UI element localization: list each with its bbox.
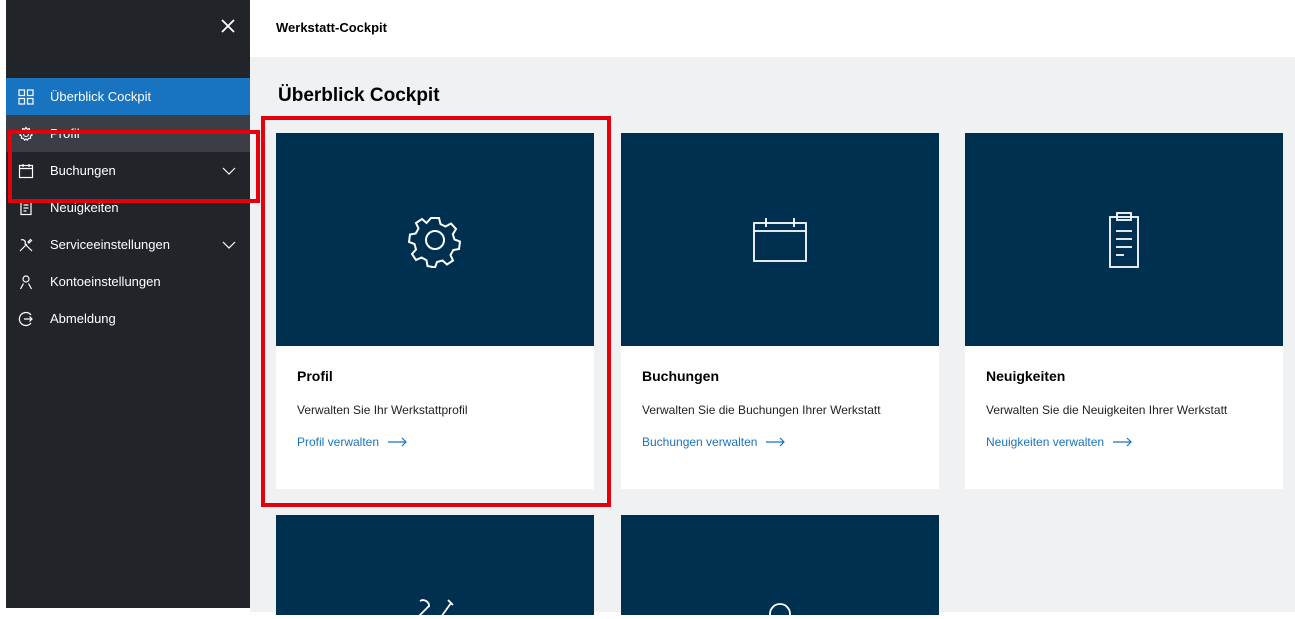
top-bar: Werkstatt-Cockpit (250, 0, 1295, 57)
card-title: Profil (297, 368, 333, 384)
grid-icon (18, 88, 34, 105)
calendar-icon (18, 163, 34, 179)
card-buchungen[interactable]: Buchungen Verwalten Sie die Buchungen Ih… (621, 133, 939, 489)
page-title: Überblick Cockpit (278, 85, 440, 106)
sidebar-item-label: Buchungen (50, 163, 116, 178)
card-hero (621, 133, 939, 346)
profil-verwalten-link[interactable]: Profil verwalten (297, 435, 408, 449)
sidebar-item-label: Kontoeinstellungen (50, 274, 161, 289)
sidebar: Überblick Cockpit Profil Buchungen Neuig… (6, 0, 386, 612)
card-profil[interactable]: Profil Verwalten Sie Ihr Werkstattprofil… (276, 133, 594, 489)
card-title: Neuigkeiten (986, 368, 1066, 384)
person-icon (18, 274, 34, 290)
calendar-icon (753, 217, 807, 262)
card-kontoeinstellungen[interactable] (621, 515, 939, 619)
gear-icon (407, 216, 462, 268)
sidebar-item-profil[interactable]: Profil (6, 115, 250, 152)
link-label: Profil verwalten (297, 435, 380, 449)
sidebar-item-serviceeinstellungen[interactable]: Serviceeinstellungen (6, 226, 250, 263)
gear-icon (18, 126, 34, 142)
person-icon (769, 603, 791, 619)
tools-icon (417, 599, 454, 618)
card-hero (621, 515, 939, 619)
card-serviceeinstellungen[interactable] (276, 515, 594, 618)
sidebar-item-label: Profil (50, 126, 80, 141)
arrow-right-icon (1113, 437, 1132, 447)
sidebar-item-kontoeinstellungen[interactable]: Kontoeinstellungen (6, 263, 250, 300)
card-neuigkeiten[interactable]: Neuigkeiten Verwalten Sie die Neuigkeite… (965, 133, 1283, 489)
arrow-right-icon (388, 437, 407, 447)
chevron-down-icon[interactable] (222, 164, 236, 178)
close-icon[interactable] (216, 14, 240, 38)
sidebar-item-buchungen[interactable]: Buchungen (6, 152, 250, 189)
sidebar-item-abmeldung[interactable]: Abmeldung (6, 300, 250, 337)
document-icon (18, 200, 34, 216)
card-hero (276, 515, 594, 618)
main-content: Überblick Cockpit Profil Verwalten Sie I… (250, 57, 1295, 619)
card-hero (965, 133, 1283, 346)
card-description: Verwalten Sie die Neuigkeiten Ihrer Werk… (986, 403, 1228, 417)
sidebar-nav: Überblick Cockpit Profil Buchungen Neuig… (6, 78, 250, 337)
clipboard-icon (1109, 211, 1139, 268)
sidebar-item-ueberblick-cockpit[interactable]: Überblick Cockpit (6, 78, 250, 115)
chevron-down-icon[interactable] (222, 238, 236, 252)
logout-icon (18, 311, 34, 327)
sidebar-item-label: Neuigkeiten (50, 200, 119, 215)
link-label: Buchungen verwalten (642, 435, 758, 449)
tools-icon (18, 237, 34, 253)
neuigkeiten-verwalten-link[interactable]: Neuigkeiten verwalten (986, 435, 1133, 449)
buchungen-verwalten-link[interactable]: Buchungen verwalten (642, 435, 786, 449)
card-description: Verwalten Sie die Buchungen Ihrer Werkst… (642, 403, 881, 417)
card-hero (276, 133, 594, 346)
app-title: Werkstatt-Cockpit (276, 20, 388, 35)
arrow-right-icon (766, 437, 786, 447)
sidebar-item-label: Abmeldung (50, 311, 116, 326)
sidebar-item-neuigkeiten[interactable]: Neuigkeiten (6, 189, 250, 226)
sidebar-item-label: Überblick Cockpit (50, 89, 152, 104)
link-label: Neuigkeiten verwalten (986, 435, 1105, 449)
sidebar-item-label: Serviceeinstellungen (50, 237, 170, 252)
card-description: Verwalten Sie Ihr Werkstattprofil (297, 403, 468, 417)
card-title: Buchungen (642, 368, 719, 384)
